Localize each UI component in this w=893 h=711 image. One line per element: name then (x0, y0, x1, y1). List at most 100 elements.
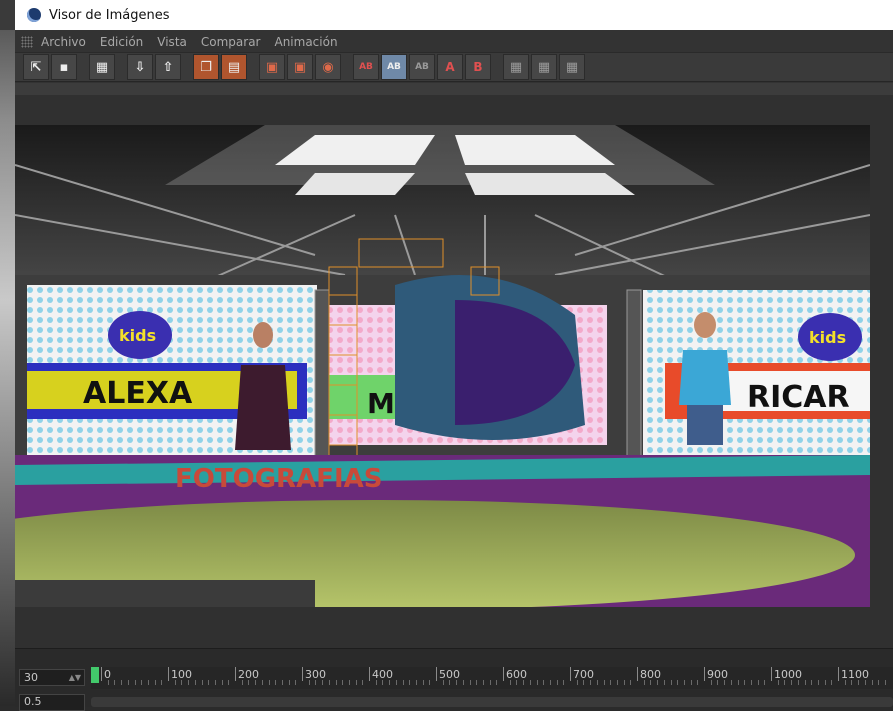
ruler-minor-tick (174, 680, 176, 685)
view-b-button[interactable]: ▣ (287, 54, 313, 80)
rendered-image[interactable]: ALEXA kids MA RICAR kids FOTOGRAFIAS (15, 125, 870, 607)
ruler-minor-tick (228, 680, 230, 685)
viewer-header (15, 83, 893, 95)
copy-button[interactable]: ❐ (193, 54, 219, 80)
ruler-minor-tick (677, 680, 679, 685)
grip-icon[interactable] (21, 36, 33, 48)
ruler-minor-tick (811, 680, 813, 685)
ruler-minor-tick (214, 680, 216, 685)
ruler-minor-tick (757, 680, 759, 685)
floor-text: FOTOGRAFIAS (175, 464, 382, 494)
ruler-minor-tick (134, 680, 136, 685)
ruler-minor-tick (328, 680, 330, 685)
ruler-minor-tick (429, 680, 431, 685)
ruler-minor-tick (509, 680, 511, 685)
ruler-minor-tick (288, 680, 290, 685)
ruler-minor-tick (797, 680, 799, 685)
ab-swap-button[interactable]: AB (409, 54, 435, 80)
export-button[interactable]: ⇧ (155, 54, 181, 80)
ruler-major-tick (101, 667, 102, 681)
ruler-minor-tick (710, 680, 712, 685)
ruler-minor-tick (476, 680, 478, 685)
ab-icon: AB (359, 62, 373, 72)
ruler-minor-tick (690, 680, 692, 685)
ruler-minor-tick (878, 680, 880, 685)
ruler-minor-tick (362, 680, 364, 685)
menu-comparar[interactable]: Comparar (201, 35, 261, 49)
ruler-minor-tick (295, 680, 297, 685)
ruler-minor-tick (884, 680, 886, 685)
layout3-button[interactable]: ▦ (559, 54, 585, 80)
layout3-icon: ▦ (565, 59, 579, 75)
menu-edicion[interactable]: Edición (100, 35, 143, 49)
ruler-minor-tick (449, 680, 451, 685)
clapper-button[interactable]: ▦ (89, 54, 115, 80)
ruler-minor-tick (462, 680, 464, 685)
ruler-major-tick (235, 667, 236, 681)
ruler-minor-tick (348, 680, 350, 685)
second-field[interactable]: 0.5 (19, 694, 85, 711)
ruler-minor-tick (308, 680, 310, 685)
ruler-minor-tick (456, 680, 458, 685)
ruler-minor-tick (730, 680, 732, 685)
layout2-button[interactable]: ▦ (531, 54, 557, 80)
menu-archivo[interactable]: Archivo (41, 35, 86, 49)
ruler-minor-tick (181, 680, 183, 685)
ruler-minor-tick (322, 680, 324, 685)
ruler-minor-tick (208, 680, 210, 685)
ruler-major-tick (369, 667, 370, 681)
ruler-minor-tick (141, 680, 143, 685)
ruler-minor-tick (536, 680, 538, 685)
ruler-minor-tick (851, 680, 853, 685)
title-bar[interactable]: Visor de Imágenes (15, 0, 893, 30)
ruler-minor-tick (114, 680, 116, 685)
compare-button[interactable]: ◉ (315, 54, 341, 80)
save-button[interactable]: ▪ (51, 54, 77, 80)
viewer-area[interactable]: ALEXA kids MA RICAR kids FOTOGRAFIAS (15, 83, 893, 656)
ruler-minor-tick (496, 680, 498, 685)
timeline-ruler[interactable]: 01002003004005006007008009001000110012 (91, 667, 893, 689)
ruler-minor-tick (777, 680, 779, 685)
ruler-minor-tick (482, 680, 484, 685)
ruler-minor-tick (576, 680, 578, 685)
ruler-minor-tick (342, 680, 344, 685)
open-button[interactable]: ⇱ (23, 54, 49, 80)
ruler-minor-tick (556, 680, 558, 685)
ruler-major-tick (168, 667, 169, 681)
spinner-icon[interactable]: ▲▼ (69, 670, 81, 685)
ab-split-icon: AB (387, 62, 401, 72)
ruler-major-tick (503, 667, 504, 681)
menu-vista[interactable]: Vista (157, 35, 187, 49)
ruler-minor-tick (523, 680, 525, 685)
ruler-minor-tick (623, 680, 625, 685)
ruler-minor-tick (844, 680, 846, 685)
frame-field[interactable]: 30 ▲▼ (19, 669, 85, 686)
stack-button[interactable]: ▤ (221, 54, 247, 80)
set-b-button[interactable]: B (465, 54, 491, 80)
ruler-minor-tick (389, 680, 391, 685)
ruler-minor-tick (147, 680, 149, 685)
ruler-minor-tick (248, 680, 250, 685)
ab-split-button[interactable]: AB (381, 54, 407, 80)
ruler-minor-tick (161, 680, 163, 685)
image-viewer-window: Visor de Imágenes Archivo Edición Vista … (15, 0, 893, 711)
ruler-minor-tick (315, 680, 317, 685)
ruler-minor-tick (409, 680, 411, 685)
import-button[interactable]: ⇩ (127, 54, 153, 80)
copy-icon: ❐ (200, 59, 212, 75)
playhead[interactable] (91, 667, 99, 683)
set-a-button[interactable]: A (437, 54, 463, 80)
ruler-minor-tick (864, 680, 866, 685)
ab-button[interactable]: AB (353, 54, 379, 80)
ruler-minor-tick (630, 680, 632, 685)
view-a-button[interactable]: ▣ (259, 54, 285, 80)
ruler-minor-tick (395, 680, 397, 685)
app-icon (27, 8, 41, 22)
ruler-minor-tick (563, 680, 565, 685)
ruler-minor-tick (804, 680, 806, 685)
compare-icon: ◉ (322, 59, 334, 75)
ruler-minor-tick (663, 680, 665, 685)
layout1-button[interactable]: ▦ (503, 54, 529, 80)
ruler-major-tick (436, 667, 437, 681)
menu-animacion[interactable]: Animación (274, 35, 337, 49)
